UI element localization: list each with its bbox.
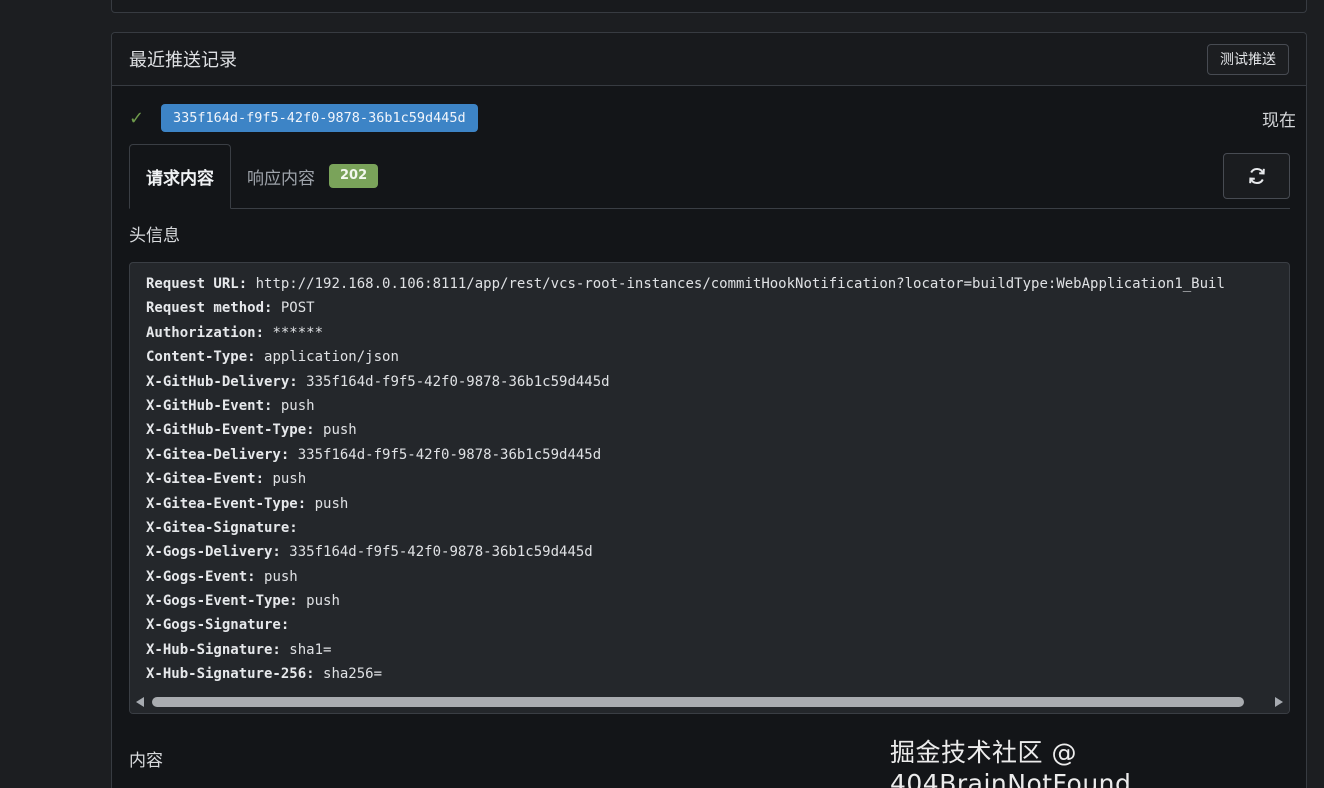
header-key: X-Gitea-Delivery: bbox=[146, 446, 290, 463]
tab-response[interactable]: 响应内容 202 bbox=[231, 144, 394, 208]
recent-deliveries-panel: 最近推送记录 测试推送 ✓ 335f164d-f9f5-42f0-9878-36… bbox=[111, 32, 1307, 788]
header-value: 335f164d-f9f5-42f0-9878-36b1c59d445d bbox=[297, 446, 602, 463]
header-value: push bbox=[306, 593, 340, 610]
header-key: Content-Type: bbox=[146, 349, 256, 366]
header-key: Request URL: bbox=[146, 276, 248, 292]
horizontal-scrollbar[interactable] bbox=[130, 691, 1289, 713]
header-key: X-Hub-Signature-256: bbox=[146, 666, 315, 683]
header-line: X-Gogs-Signature: bbox=[146, 613, 1289, 637]
headers-list: Request URL: http://192.168.0.106:8111/a… bbox=[146, 272, 1289, 687]
headers-box: Request URL: http://192.168.0.106:8111/a… bbox=[129, 262, 1290, 714]
headers-label: 头信息 bbox=[129, 226, 180, 246]
header-key: X-Gitea-Event: bbox=[146, 471, 265, 488]
delivery-uuid[interactable]: 335f164d-f9f5-42f0-9878-36b1c59d445d bbox=[161, 104, 478, 132]
header-value: push bbox=[272, 471, 307, 488]
delivery-row[interactable]: ✓ 335f164d-f9f5-42f0-9878-36b1c59d445d 现… bbox=[129, 103, 1296, 133]
header-line: X-Gitea-Event: push bbox=[146, 467, 1289, 491]
header-line: X-Gogs-Delivery: 335f164d-f9f5-42f0-9878… bbox=[146, 540, 1289, 564]
header-value: sha256= bbox=[323, 666, 383, 683]
header-key: X-Gitea-Signature: bbox=[146, 519, 298, 536]
header-value: push bbox=[323, 422, 357, 439]
header-key: X-Gitea-Event-Type: bbox=[146, 495, 307, 512]
header-key: X-Gogs-Event-Type: bbox=[146, 593, 298, 610]
header-line: Authorization: ****** bbox=[146, 321, 1289, 345]
header-line: X-Gitea-Event-Type: push bbox=[146, 492, 1289, 516]
header-value: 335f164d-f9f5-42f0-9878-36b1c59d445d bbox=[306, 373, 610, 390]
watermark: 掘金技术社区 @ 404BrainNotFound bbox=[890, 738, 1132, 788]
header-key: X-Gogs-Delivery: bbox=[146, 544, 281, 561]
refresh-icon bbox=[1248, 168, 1265, 184]
content-label: 内容 bbox=[129, 751, 163, 771]
header-line: X-GitHub-Event-Type: push bbox=[146, 418, 1289, 442]
header-line: X-Gitea-Signature: bbox=[146, 516, 1289, 540]
header-value: 335f164d-f9f5-42f0-9878-36b1c59d445d bbox=[289, 544, 593, 561]
header-line: X-Gitea-Delivery: 335f164d-f9f5-42f0-987… bbox=[146, 443, 1289, 467]
header-line: Request method: POST bbox=[146, 296, 1289, 320]
header-key: Request method: bbox=[146, 300, 273, 317]
check-icon: ✓ bbox=[129, 107, 145, 129]
header-value: sha1= bbox=[289, 641, 332, 658]
previous-card bbox=[111, 0, 1307, 13]
header-line: X-Gogs-Event-Type: push bbox=[146, 589, 1289, 613]
delivery-time: 现在 bbox=[1262, 110, 1296, 131]
header-value: push bbox=[264, 568, 298, 585]
header-line: X-GitHub-Delivery: 335f164d-f9f5-42f0-98… bbox=[146, 370, 1289, 394]
tab-request[interactable]: 请求内容 bbox=[129, 144, 231, 209]
header-key: X-GitHub-Event: bbox=[146, 397, 273, 414]
header-line: Request URL: http://192.168.0.106:8111/a… bbox=[146, 272, 1289, 296]
header-key: X-GitHub-Delivery: bbox=[146, 373, 298, 390]
scroll-left-icon[interactable] bbox=[136, 697, 144, 707]
header-key: X-Gogs-Event: bbox=[146, 568, 256, 585]
header-value: POST bbox=[280, 300, 315, 317]
header-key: X-Hub-Signature: bbox=[146, 641, 281, 658]
test-delivery-button[interactable]: 测试推送 bbox=[1207, 43, 1289, 75]
header-line: X-GitHub-Event: push bbox=[146, 394, 1289, 418]
header-value: push bbox=[280, 397, 315, 414]
header-line: X-Hub-Signature: sha1= bbox=[146, 638, 1289, 662]
status-code-badge: 202 bbox=[329, 164, 379, 188]
redeliver-button[interactable] bbox=[1223, 153, 1290, 199]
delivery-tabs: 请求内容 响应内容 202 bbox=[129, 144, 1290, 209]
header-value: application/json bbox=[264, 349, 399, 366]
tab-response-label: 响应内容 bbox=[247, 168, 315, 189]
header-key: X-GitHub-Event-Type: bbox=[146, 422, 315, 439]
header-line: X-Gogs-Event: push bbox=[146, 565, 1289, 589]
panel-title: 最近推送记录 bbox=[129, 50, 237, 71]
header-value: ****** bbox=[272, 324, 324, 341]
header-key: Authorization: bbox=[146, 324, 265, 341]
header-value: http://192.168.0.106:8111/app/rest/vcs-r… bbox=[255, 276, 1225, 292]
header-key: X-Gogs-Signature: bbox=[146, 617, 290, 634]
scroll-right-icon[interactable] bbox=[1275, 697, 1283, 707]
panel-header: 最近推送记录 测试推送 bbox=[112, 33, 1306, 86]
header-line: Content-Type: application/json bbox=[146, 345, 1289, 369]
scroll-thumb[interactable] bbox=[152, 697, 1244, 707]
header-line: X-Hub-Signature-256: sha256= bbox=[146, 662, 1289, 686]
header-value: push bbox=[314, 495, 349, 512]
